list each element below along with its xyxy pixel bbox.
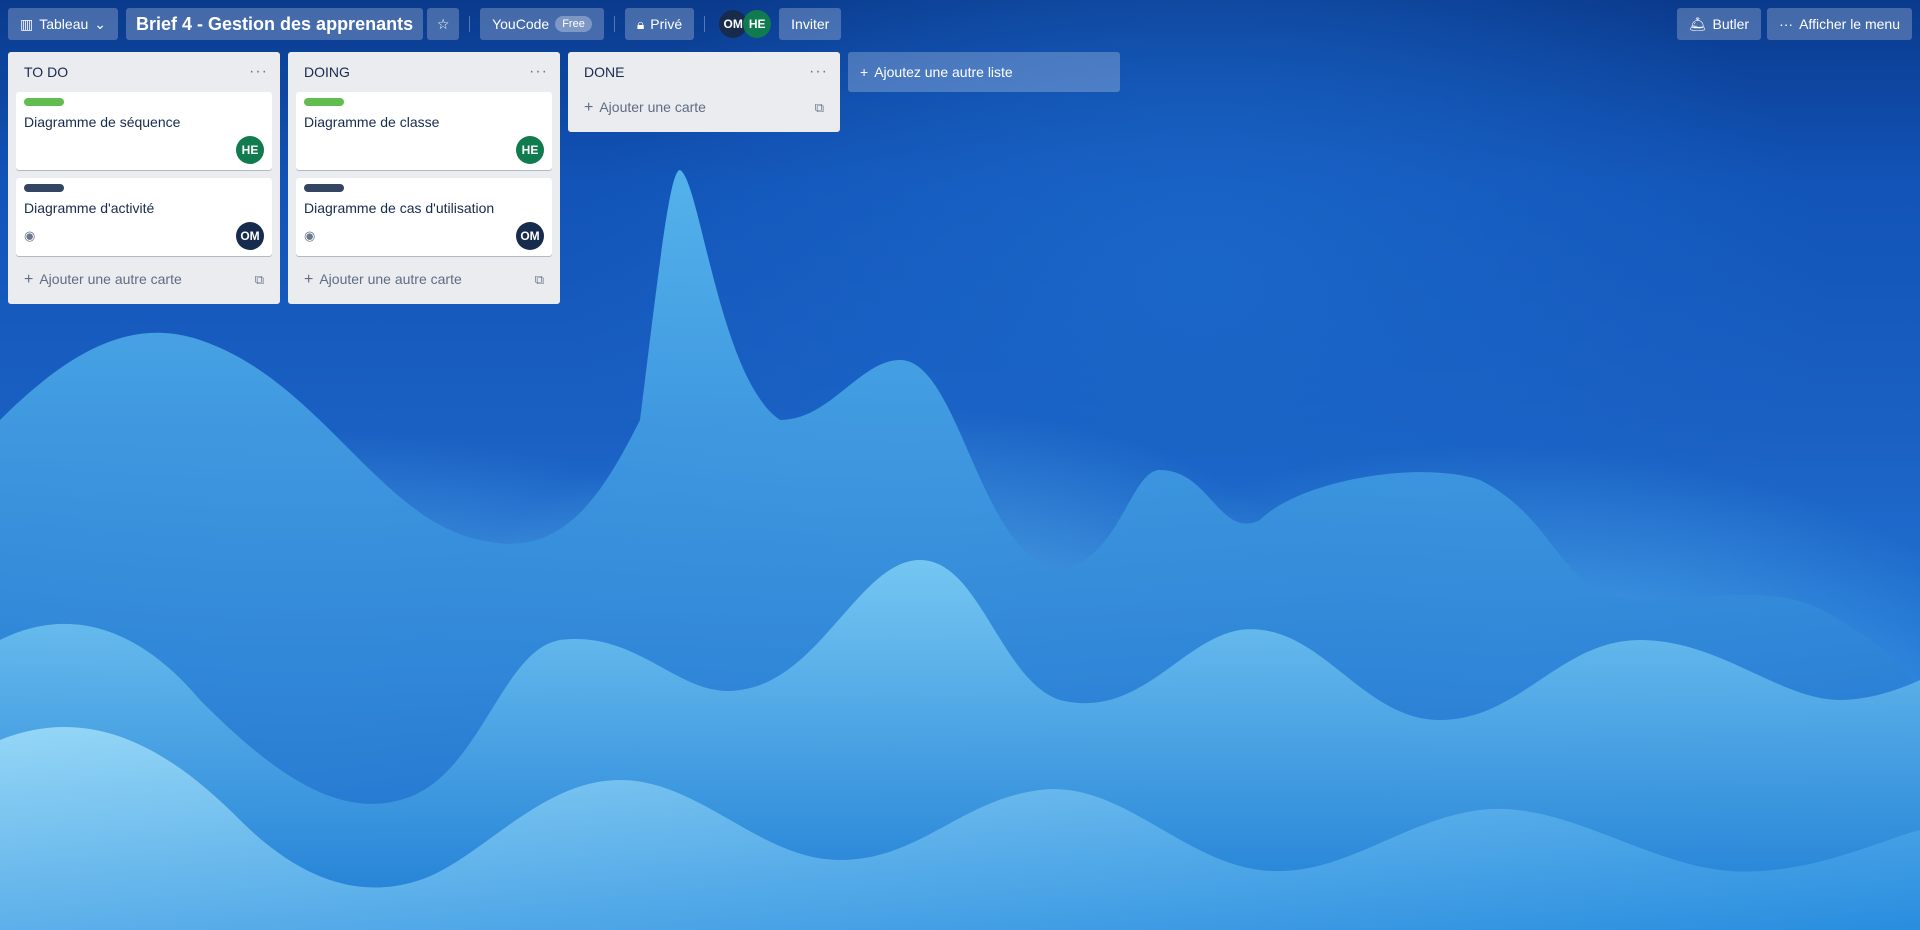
avatar[interactable]: HE xyxy=(743,10,772,38)
star-icon: ☆ xyxy=(436,15,450,32)
chevron-down-icon: ⌄ xyxy=(94,15,107,32)
card[interactable]: Diagramme de séquence HE xyxy=(16,92,272,170)
card[interactable]: Diagramme de cas d'utilisation ◉ OM xyxy=(296,178,552,256)
add-card-label: Ajouter une autre carte xyxy=(39,271,182,287)
visibility-button[interactable]: 🔒︎ Privé xyxy=(624,8,695,40)
lock-icon: 🔒︎ xyxy=(636,15,645,32)
butler-button[interactable]: 🛎︎ Butler xyxy=(1676,8,1762,40)
board-members: OM HE xyxy=(719,10,772,38)
invite-button[interactable]: Inviter xyxy=(779,8,842,40)
list-title[interactable]: DOING xyxy=(304,64,350,80)
plus-icon: + xyxy=(860,64,869,80)
card-title: Diagramme de séquence xyxy=(24,114,181,130)
list-menu-icon[interactable]: ··· xyxy=(529,63,548,81)
avatar[interactable]: OM xyxy=(236,222,264,250)
avatar[interactable]: OM xyxy=(516,222,544,250)
view-switcher-label: Tableau xyxy=(39,16,89,32)
list-title[interactable]: TO DO xyxy=(24,64,68,80)
list-doing: DOING ··· Diagramme de classe HE Diagram… xyxy=(288,52,560,304)
add-card-button[interactable]: + Ajouter une autre carte ⧉ xyxy=(296,264,552,296)
plus-icon: + xyxy=(584,99,594,116)
plus-icon: + xyxy=(24,271,34,288)
card-label[interactable] xyxy=(24,98,64,106)
show-menu-label: Afficher le menu xyxy=(1799,16,1900,32)
card-title: Diagramme de classe xyxy=(304,114,440,130)
board-header: ▥ Tableau ⌄ Brief 4 - Gestion des appren… xyxy=(0,0,1920,48)
header-divider xyxy=(613,16,615,32)
card-template-icon[interactable]: ⧉ xyxy=(815,100,824,116)
butler-label: Butler xyxy=(1712,16,1750,32)
list-title[interactable]: DONE xyxy=(584,64,624,80)
list-header[interactable]: DONE ··· xyxy=(576,52,832,92)
card-footer: HE xyxy=(24,136,264,164)
card-label[interactable] xyxy=(24,184,64,192)
card-label[interactable] xyxy=(304,184,344,192)
add-card-label: Ajouter une autre carte xyxy=(319,271,462,287)
card-footer: HE xyxy=(304,136,544,164)
workspace-button[interactable]: YouCode Free xyxy=(480,8,604,40)
eye-icon: ◉ xyxy=(304,228,316,243)
show-menu-button[interactable]: ··· Afficher le menu xyxy=(1767,8,1912,40)
list-done: DONE ··· + Ajouter une carte ⧉ xyxy=(568,52,840,132)
plus-icon: + xyxy=(304,271,314,288)
add-card-button[interactable]: + Ajouter une autre carte ⧉ xyxy=(16,264,272,296)
eye-icon: ◉ xyxy=(24,228,36,243)
avatar[interactable]: HE xyxy=(236,136,264,164)
star-button[interactable]: ☆ xyxy=(427,8,460,40)
card-title: Diagramme de cas d'utilisation xyxy=(304,200,495,216)
card[interactable]: Diagramme d'activité ◉ OM xyxy=(16,178,272,256)
butler-bell-icon: 🛎︎ xyxy=(1688,15,1707,32)
add-card-label: Ajouter une carte xyxy=(599,99,706,115)
add-list-label: Ajoutez une autre liste xyxy=(874,64,1013,80)
board-view-icon: ▥ xyxy=(20,15,34,32)
add-list-button[interactable]: + Ajoutez une autre liste xyxy=(848,52,1120,92)
header-right: 🛎︎ Butler ··· Afficher le menu xyxy=(1676,8,1912,40)
card-template-icon[interactable]: ⧉ xyxy=(535,272,544,288)
card-label[interactable] xyxy=(304,98,344,106)
card-footer: ◉ OM xyxy=(24,222,264,250)
list-menu-icon[interactable]: ··· xyxy=(249,63,268,81)
visibility-label: Privé xyxy=(650,16,683,32)
board-title[interactable]: Brief 4 - Gestion des apprenants xyxy=(126,8,424,40)
board-lists: TO DO ··· Diagramme de séquence HE Diagr… xyxy=(8,52,1120,304)
header-divider xyxy=(469,16,471,32)
card-footer: ◉ OM xyxy=(304,222,544,250)
list-header[interactable]: DOING ··· xyxy=(296,52,552,92)
plan-badge: Free xyxy=(555,16,592,32)
list-header[interactable]: TO DO ··· xyxy=(16,52,272,92)
view-switcher-button[interactable]: ▥ Tableau ⌄ xyxy=(8,8,119,40)
list-todo: TO DO ··· Diagramme de séquence HE Diagr… xyxy=(8,52,280,304)
add-card-button[interactable]: + Ajouter une carte ⧉ xyxy=(576,92,832,124)
card-template-icon[interactable]: ⧉ xyxy=(255,272,264,288)
card[interactable]: Diagramme de classe HE xyxy=(296,92,552,170)
avatar[interactable]: HE xyxy=(516,136,544,164)
card-title: Diagramme d'activité xyxy=(24,200,155,216)
list-menu-icon[interactable]: ··· xyxy=(809,63,828,81)
more-icon: ··· xyxy=(1779,16,1794,32)
header-divider xyxy=(704,16,706,32)
workspace-name: YouCode xyxy=(492,16,550,32)
